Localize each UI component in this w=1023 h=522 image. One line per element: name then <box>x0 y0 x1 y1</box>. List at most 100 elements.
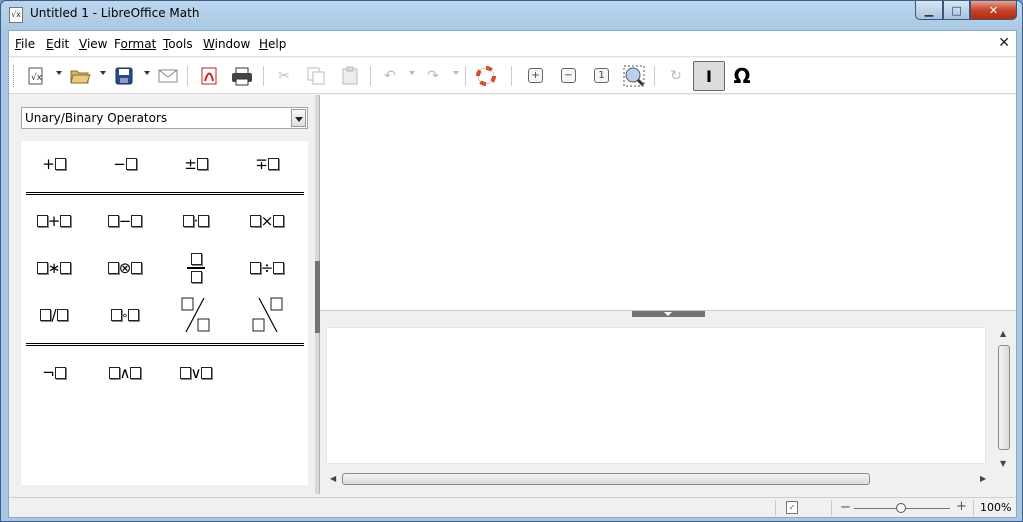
help-icon[interactable] <box>475 65 497 87</box>
menu-tools[interactable]: Tools <box>163 37 193 51</box>
placeholder-icon <box>130 367 142 379</box>
element-symbol: ∧ <box>119 364 131 382</box>
save-icon[interactable] <box>113 65 135 87</box>
scroll-right-icon[interactable]: ▶ <box>980 474 986 483</box>
scroll-thumb[interactable] <box>998 345 1010 450</box>
zoom-in-icon[interactable]: + <box>528 68 543 83</box>
element-slash[interactable]: / <box>24 300 84 330</box>
scroll-left-icon[interactable]: ◀ <box>330 474 336 483</box>
elements-category-select[interactable]: Unary/Binary Operators <box>21 107 308 129</box>
element-wideslash[interactable] <box>166 293 226 337</box>
placeholder-icon <box>273 262 285 274</box>
scroll-down-icon[interactable]: ▼ <box>1000 459 1006 468</box>
placeholder-icon <box>201 367 213 379</box>
zoom-value[interactable]: 100% <box>980 501 1011 514</box>
placeholder-icon <box>131 262 143 274</box>
element-and[interactable]: ∧ <box>95 358 155 388</box>
maximize-button[interactable]: □ <box>943 1 970 20</box>
element-neg[interactable]: ¬ <box>24 358 84 388</box>
close-window-button[interactable]: ✕ <box>970 1 1017 20</box>
title-bar[interactable]: √x Untitled 1 - LibreOffice Math ▁ □ ✕ <box>1 1 1022 29</box>
export-pdf-icon[interactable] <box>198 65 220 87</box>
element-otimes[interactable]: ⊗ <box>95 253 155 283</box>
new-dropdown-arrow[interactable] <box>56 71 62 75</box>
element-cdot[interactable]: · <box>166 206 226 236</box>
new-icon[interactable]: √x <box>25 65 47 87</box>
placeholder-icon <box>131 215 143 227</box>
element-circ[interactable]: ∘ <box>95 300 155 330</box>
toolbar-grip[interactable] <box>13 65 16 87</box>
element-symbol: ∓ <box>255 155 268 173</box>
chevron-down-icon[interactable] <box>291 109 306 127</box>
element-plus-minus[interactable]: ± <box>166 149 226 179</box>
placeholder-icon <box>249 215 261 227</box>
element-or[interactable]: ∨ <box>166 358 226 388</box>
placeholder-icon <box>36 262 48 274</box>
element-asterisk[interactable]: ∗ <box>24 253 84 283</box>
element-binary-minus[interactable]: − <box>95 206 155 236</box>
element-fraction[interactable] <box>166 248 226 288</box>
symbols-button[interactable]: Ω <box>730 63 754 89</box>
zoom-100-icon[interactable]: 1 <box>594 68 609 83</box>
open-dropdown-arrow[interactable] <box>100 71 106 75</box>
scroll-up-icon[interactable]: ▲ <box>1000 329 1006 338</box>
redo-icon[interactable]: ↷ <box>422 65 444 87</box>
menu-view[interactable]: View <box>79 37 107 51</box>
zoom-out-icon[interactable]: − <box>561 68 576 83</box>
commands-editor[interactable] <box>326 327 986 464</box>
element-unary-minus[interactable]: − <box>95 149 155 179</box>
math-formula-icon: √x <box>9 7 23 23</box>
element-symbol: + <box>42 155 55 173</box>
menu-help-label: elp <box>268 37 287 51</box>
app-window: √x Untitled 1 - LibreOffice Math ▁ □ ✕ F… <box>0 0 1023 522</box>
menu-help[interactable]: Help <box>259 37 286 51</box>
placeholder-icon <box>179 367 191 379</box>
undo-icon[interactable]: ↶ <box>379 65 401 87</box>
element-symbol: − <box>113 155 126 173</box>
open-icon[interactable] <box>69 65 91 87</box>
element-widebslash[interactable] <box>237 293 297 337</box>
scroll-thumb[interactable] <box>342 473 870 485</box>
formula-cursor-button[interactable]: I <box>693 61 725 91</box>
menu-format[interactable]: Format <box>114 37 156 51</box>
element-minus-plus[interactable]: ∓ <box>237 149 297 179</box>
print-icon[interactable] <box>231 65 253 87</box>
copy-icon[interactable] <box>305 65 327 87</box>
menu-file-label: ile <box>21 37 36 51</box>
client-area: File Edit View Format Tools Window Help … <box>8 30 1017 518</box>
zoom-out-button[interactable]: − <box>840 500 851 515</box>
minimize-button[interactable]: ▁ <box>915 1 943 20</box>
undo-dropdown-arrow[interactable] <box>409 71 415 75</box>
redo-dropdown-arrow[interactable] <box>453 71 459 75</box>
fraction-bar <box>187 267 205 269</box>
zoom-in-button[interactable]: + <box>956 499 967 514</box>
email-icon[interactable] <box>157 65 179 87</box>
menu-file[interactable]: File <box>15 37 35 51</box>
zoom-slider-knob[interactable] <box>896 503 906 513</box>
placeholder-icon <box>196 158 208 170</box>
show-all-icon[interactable] <box>623 65 645 87</box>
horizontal-scrollbar[interactable]: ◀ ▶ <box>330 471 990 487</box>
placeholder-icon <box>125 158 137 170</box>
element-binary-plus[interactable]: + <box>24 206 84 236</box>
vertical-scrollbar[interactable]: ▲ ▼ <box>996 329 1012 472</box>
menu-window[interactable]: Window <box>203 37 250 51</box>
toolbar-separator <box>511 66 512 86</box>
formula-preview[interactable] <box>320 95 1016 311</box>
close-document-icon[interactable]: ✕ <box>998 35 1010 51</box>
paste-icon[interactable] <box>339 65 361 87</box>
divider <box>26 343 304 346</box>
placeholder-icon <box>128 309 140 321</box>
update-icon[interactable]: ↻ <box>665 65 687 87</box>
element-symbol: ÷ <box>260 259 274 277</box>
status-separator <box>831 500 832 516</box>
placeholder-icon <box>60 215 72 227</box>
save-dropdown-arrow[interactable] <box>144 71 150 75</box>
element-times[interactable]: × <box>237 206 297 236</box>
menu-edit[interactable]: Edit <box>46 37 69 51</box>
element-unary-plus[interactable]: + <box>24 149 84 179</box>
element-divide[interactable]: ÷ <box>237 253 297 283</box>
element-symbol: + <box>47 212 61 230</box>
document-modified-icon[interactable]: ✓ <box>786 501 798 514</box>
cut-icon[interactable]: ✂ <box>273 65 295 87</box>
